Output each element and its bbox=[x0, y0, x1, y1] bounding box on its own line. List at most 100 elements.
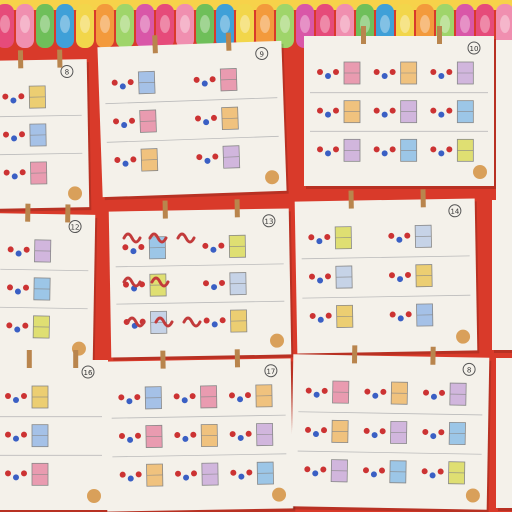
clothespin bbox=[73, 350, 79, 368]
worksheet-paper bbox=[0, 360, 108, 510]
bead bbox=[13, 435, 19, 442]
worksheet-paper bbox=[294, 198, 478, 354]
bead bbox=[333, 107, 339, 114]
crayon-tab-highlight bbox=[20, 15, 30, 33]
clothespin bbox=[437, 26, 442, 44]
worksheet-paper bbox=[97, 40, 287, 198]
crayon-tab-highlight bbox=[420, 15, 430, 33]
bead bbox=[430, 107, 437, 114]
worksheet: 8 bbox=[290, 345, 492, 512]
bead bbox=[430, 146, 437, 153]
bead bbox=[5, 393, 11, 399]
worksheet-paper bbox=[496, 40, 512, 200]
crayon-tab-highlight bbox=[240, 15, 250, 33]
clothespin bbox=[162, 200, 168, 219]
worksheet-paper bbox=[492, 200, 512, 350]
bead bbox=[381, 73, 388, 79]
page-number: 12 bbox=[71, 223, 80, 231]
worksheet-paper bbox=[108, 208, 292, 358]
bead bbox=[21, 431, 27, 438]
bead bbox=[21, 393, 27, 399]
worksheet: 17 bbox=[104, 349, 296, 512]
crayon-tab-highlight bbox=[300, 15, 310, 33]
clothespin bbox=[160, 350, 166, 369]
page-number: 10 bbox=[470, 45, 479, 53]
bead bbox=[5, 470, 11, 477]
page-number: 8 bbox=[467, 366, 472, 374]
crayon-tab-highlight bbox=[260, 15, 270, 33]
clothespin bbox=[26, 350, 32, 368]
clothespin bbox=[420, 189, 426, 208]
bead bbox=[317, 69, 323, 75]
bead bbox=[438, 150, 445, 157]
crayon-tab-highlight bbox=[40, 15, 50, 33]
crayon-tab-highlight bbox=[500, 15, 510, 33]
bead bbox=[333, 146, 339, 153]
bead bbox=[5, 431, 11, 438]
crayon-tab-highlight bbox=[80, 15, 90, 33]
bead bbox=[325, 150, 331, 157]
bead bbox=[317, 107, 323, 114]
crayon-tab-highlight bbox=[400, 15, 410, 33]
bead bbox=[13, 474, 19, 481]
clothespin bbox=[57, 49, 63, 68]
bead bbox=[13, 397, 19, 403]
worksheet: 16 bbox=[0, 350, 110, 512]
crayon-tab-highlight bbox=[380, 15, 390, 33]
crayon-tab-highlight bbox=[320, 15, 330, 33]
crayon-tab-highlight bbox=[220, 15, 230, 33]
clothespin bbox=[152, 35, 158, 54]
clothespin bbox=[361, 26, 366, 44]
worksheet bbox=[496, 40, 512, 203]
crayon-tab-highlight bbox=[160, 15, 170, 33]
bead bbox=[325, 111, 331, 118]
crayon-tab-highlight bbox=[200, 15, 210, 33]
bunting-strip bbox=[0, 0, 512, 10]
bead bbox=[373, 146, 380, 153]
crayon-tab-highlight bbox=[100, 15, 110, 33]
crayon-tab-highlight bbox=[140, 15, 150, 33]
page-number: 16 bbox=[84, 369, 93, 377]
clothespin bbox=[65, 204, 71, 223]
clothespin bbox=[225, 32, 232, 51]
clothespin bbox=[234, 199, 240, 218]
clothespin bbox=[348, 190, 354, 209]
worksheet-grid: 8 9 10 12 13 14 16 17 8 bbox=[0, 26, 512, 512]
bead bbox=[389, 69, 396, 75]
worksheet: 13 bbox=[108, 199, 294, 361]
crayon-tab-highlight bbox=[0, 15, 10, 33]
crayon-tab-highlight bbox=[340, 15, 350, 33]
bead bbox=[438, 73, 445, 79]
crayon-tab-highlight bbox=[60, 15, 70, 33]
worksheet: 14 bbox=[294, 189, 480, 357]
bead bbox=[381, 111, 388, 118]
crayon-tab-highlight bbox=[180, 15, 190, 33]
bead bbox=[438, 111, 445, 118]
crayon-tab-highlight bbox=[460, 15, 470, 33]
bead bbox=[446, 69, 453, 75]
clothespin bbox=[430, 346, 436, 365]
page-number: 13 bbox=[264, 218, 273, 226]
clothespin bbox=[234, 349, 241, 368]
page-number: 17 bbox=[266, 368, 275, 376]
bead bbox=[389, 146, 396, 153]
crayon-tab-highlight bbox=[280, 15, 290, 33]
bead bbox=[446, 107, 453, 114]
bead bbox=[21, 470, 27, 477]
clothespin bbox=[17, 50, 24, 69]
bead bbox=[325, 73, 331, 79]
worksheet-paper bbox=[496, 358, 512, 508]
page-number: 9 bbox=[259, 50, 264, 58]
bead bbox=[446, 146, 453, 153]
bead bbox=[373, 69, 380, 75]
classroom-wall-scene: 8 9 10 12 13 14 16 17 8 bbox=[0, 0, 512, 512]
bead bbox=[333, 69, 339, 75]
bead bbox=[373, 107, 380, 114]
worksheet bbox=[492, 200, 512, 353]
clothespin bbox=[351, 345, 358, 364]
bead bbox=[389, 107, 396, 114]
worksheet: 9 bbox=[97, 32, 289, 201]
crayon-tab-highlight bbox=[480, 15, 490, 33]
clothespin bbox=[25, 203, 31, 222]
sticker bbox=[87, 489, 101, 503]
